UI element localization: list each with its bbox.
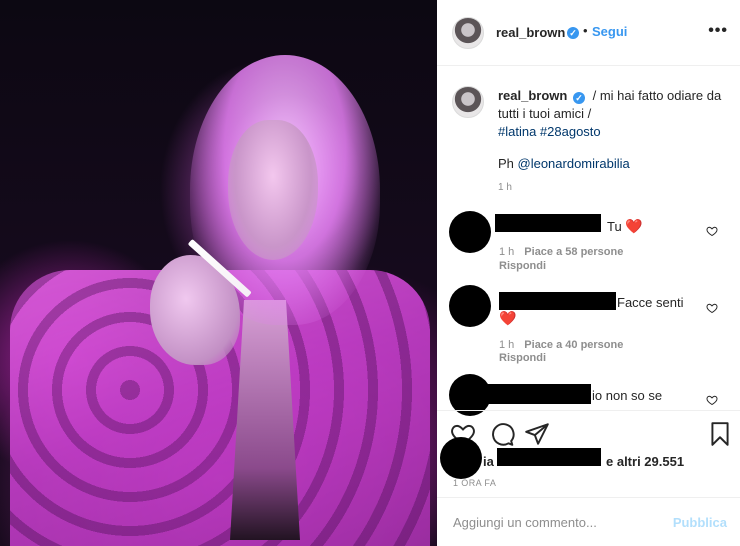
likes-prefix: ia [483,454,494,469]
comment-time: 1 h [499,246,515,258]
follow-button[interactable]: Segui [592,24,627,39]
verified-badge-icon: ✓ [572,92,585,104]
separator-dot: • [583,23,588,38]
caption-text-line2: tutti i tuoi amici / [498,106,592,121]
post-side-panel: real_brown ✓ • Segui ••• real_brown ✓ / … [437,0,740,546]
caption-hashtags[interactable]: #latina #28agosto [498,123,733,141]
comment-avatar[interactable] [449,285,491,327]
paper-plane-icon[interactable] [524,421,550,447]
likes-count[interactable]: e altri 29.551 [606,454,684,469]
caption-mention[interactable]: @leonardomirabilia [518,156,630,171]
header-username[interactable]: real_brown [496,25,565,40]
liker-avatar[interactable] [440,437,482,479]
profile-avatar[interactable] [452,17,484,49]
caption-text-line1: / mi hai fatto odiare da [592,88,722,103]
comment-meta: 1 h Piace a 40 persone [499,339,623,351]
reply-button[interactable]: Rispondi [499,352,546,364]
comment-text: Tu ❤️ [607,218,643,234]
bookmark-icon[interactable] [707,421,733,447]
comment-meta: 1 h Piace a 58 persone [499,246,623,258]
caption-credit-prefix: Ph [498,156,518,171]
photo-face [228,120,318,260]
comment-icon[interactable] [489,421,515,447]
heart-emoji: ❤️ [499,310,517,326]
comment-like-heart-icon[interactable] [706,225,718,237]
comment-likes-count[interactable]: Piace a 40 persone [524,339,623,351]
redacted-username [487,384,591,404]
caption-avatar[interactable] [452,86,484,118]
comment-text: io non so se [592,388,663,403]
comment-text: Facce senti [617,295,684,310]
comment-input[interactable]: Aggiungi un commento... [453,515,597,530]
reply-button[interactable]: Rispondi [499,260,546,272]
comment-time: 1 h [499,339,515,351]
post-caption: real_brown ✓ / mi hai fatto odiare da tu… [498,87,733,173]
post-photo[interactable] [0,0,437,546]
comment-like-heart-icon[interactable] [706,394,718,406]
caption-username[interactable]: real_brown [498,88,567,103]
publish-button[interactable]: Pubblica [673,515,727,530]
comment-likes-count[interactable]: Piace a 58 persone [524,246,623,258]
comment-avatar[interactable] [449,211,491,253]
add-comment-bar: Aggiungi un commento... Pubblica [437,497,740,546]
comment-like-heart-icon[interactable] [706,302,718,314]
redacted-liker-name [497,448,601,466]
post-time-ago: 1 ORA FA [453,478,497,488]
verified-badge-icon: ✓ [567,27,579,39]
more-options-icon[interactable]: ••• [708,22,728,40]
post-header: real_brown ✓ • Segui ••• [437,0,740,66]
heart-emoji: ❤️ [625,218,643,234]
caption-time: 1 h [498,182,512,193]
redacted-username [499,292,616,310]
redacted-username [495,214,601,232]
